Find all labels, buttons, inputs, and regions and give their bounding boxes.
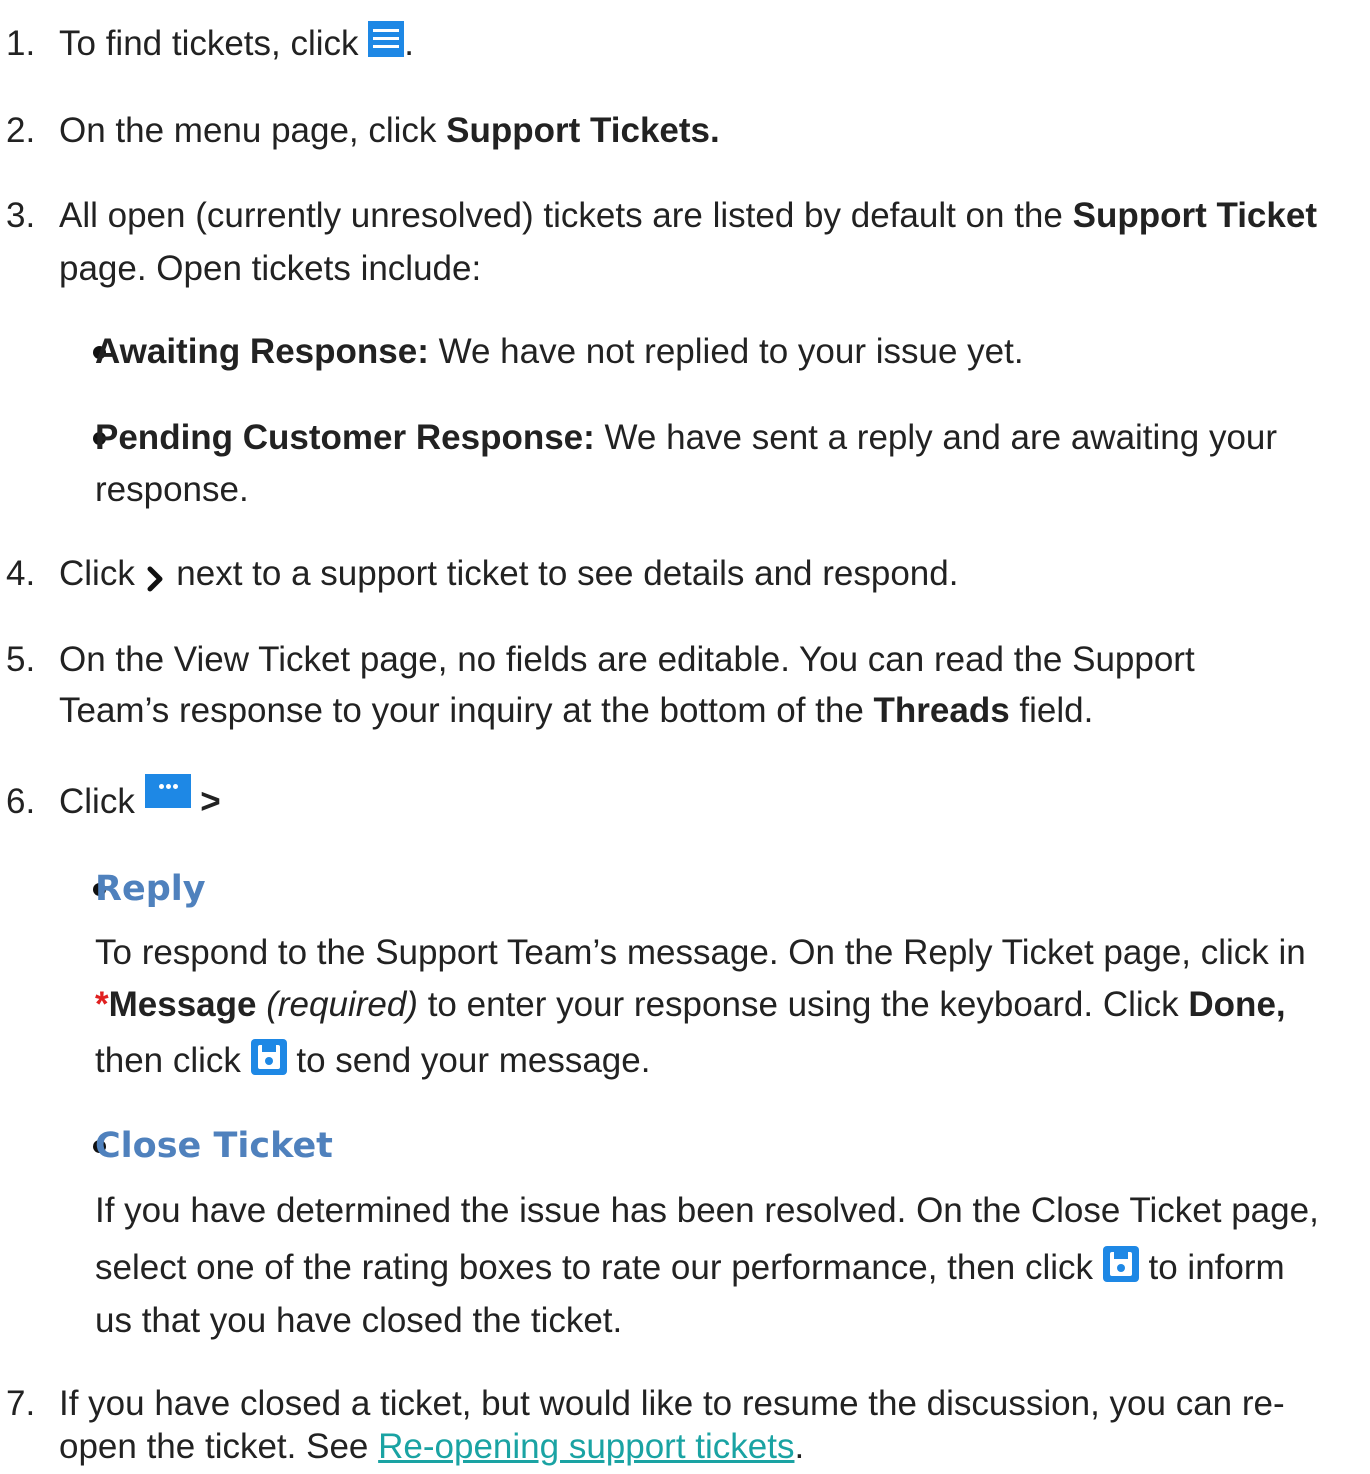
threads-label: Threads [873, 691, 1010, 730]
save-icon [250, 1038, 287, 1075]
required-asterisk: * [95, 985, 109, 1024]
reply-description-end: then click to send your message. [95, 1035, 650, 1087]
step-number: 3. [6, 196, 36, 235]
step-number: 6. [6, 782, 36, 821]
close-ticket-description-continued: select one of the rating boxes to rate o… [95, 1242, 1285, 1294]
support-ticket-label: Support Ticket [1072, 196, 1317, 235]
step-5-continued: Team’s response to your inquiry at the b… [59, 691, 1094, 730]
done-label: Done, [1188, 985, 1286, 1024]
more-options-icon [144, 773, 191, 808]
status-description: We have sent a reply and are awaiting yo… [604, 418, 1278, 457]
step-text: To find tickets, click [59, 24, 359, 63]
status-label: Pending Customer Response: [95, 418, 595, 457]
close-ticket-option-title: Close Ticket [95, 1126, 333, 1166]
close-ticket-description-end: us that you have closed the ticket. [95, 1301, 623, 1340]
step-text: All open (currently unresolved) tickets … [59, 196, 1063, 235]
step-number: 4. [6, 554, 36, 593]
step-number: 1. [6, 24, 36, 63]
chevron-right-icon [145, 559, 167, 593]
step-number: 5. [6, 640, 36, 679]
required-note: (required) [266, 985, 418, 1024]
reply-description-continued: *Message (required) to enter your respon… [95, 985, 1286, 1024]
status-description: We have not replied to your issue yet. [438, 332, 1024, 371]
support-tickets-label: Support Tickets. [446, 111, 720, 150]
reopening-support-tickets-link[interactable]: Re-opening support tickets [378, 1427, 794, 1466]
status-label: Awaiting Response: [95, 332, 429, 371]
close-ticket-description: If you have determined the issue has bee… [95, 1191, 1319, 1230]
step-3-continued: page. Open tickets include: [59, 249, 482, 288]
bullet-awaiting-response: Awaiting Response: We have not replied t… [95, 326, 1024, 378]
step-text: On the menu page, click [59, 111, 437, 150]
save-icon [1102, 1245, 1139, 1282]
message-field-label: Message [108, 985, 257, 1024]
step-number: 7. [6, 1384, 36, 1423]
reply-option-title: Reply [95, 869, 206, 909]
step-number: 2. [6, 111, 36, 150]
reply-description: To respond to the Support Team’s message… [95, 933, 1306, 972]
status-description-continued: response. [95, 470, 249, 509]
bullet-pending-response: Pending Customer Response: We have sent … [95, 412, 1277, 464]
step-7-continued: open the ticket. See Re-opening support … [59, 1427, 805, 1466]
hamburger-menu-icon [368, 20, 405, 57]
